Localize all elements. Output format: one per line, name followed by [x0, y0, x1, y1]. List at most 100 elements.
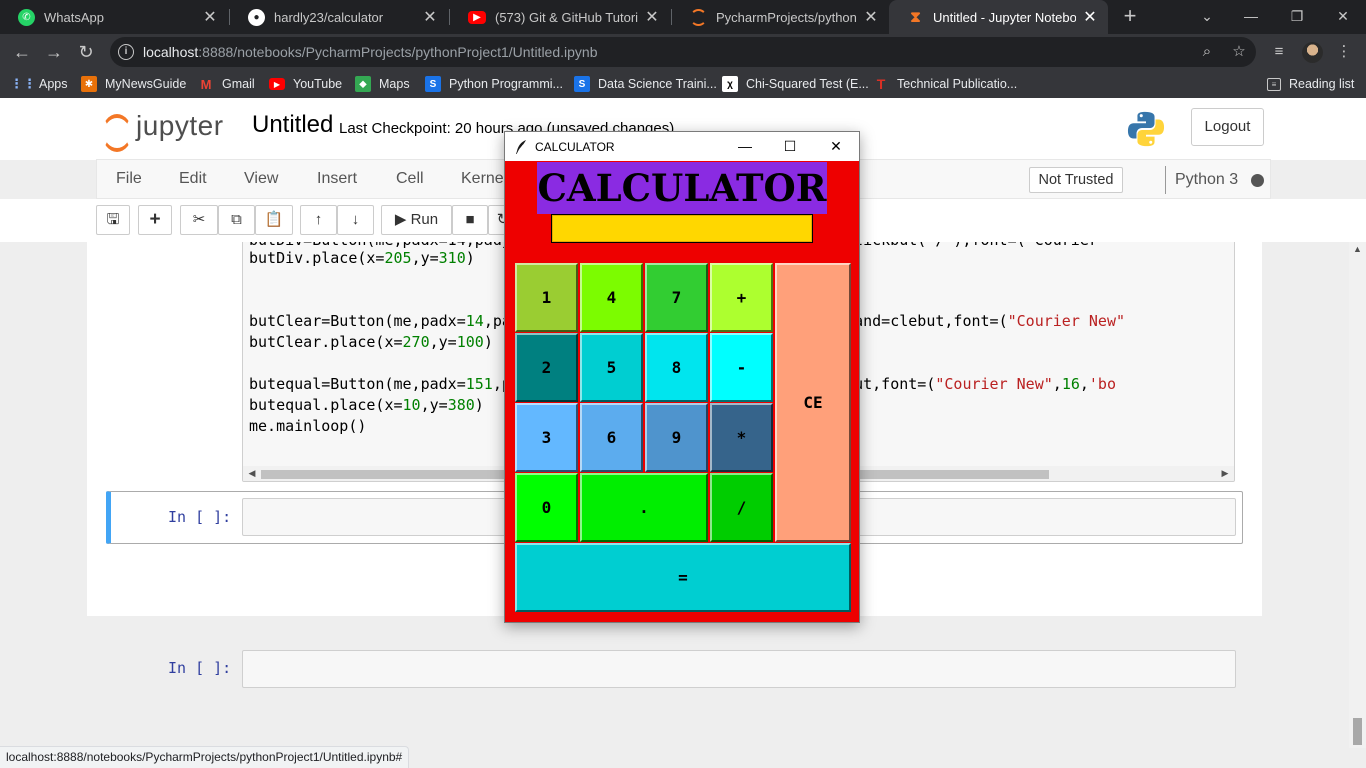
bookmarks-bar: ⋮⋮ Apps ✱ MyNewsGuide M Gmail ▶ YouTube …: [0, 70, 1366, 98]
move-down-button[interactable]: ↓: [337, 205, 374, 235]
calc-button-7[interactable]: 7: [645, 263, 708, 332]
tp-icon: T: [876, 76, 886, 92]
calc-button-9[interactable]: 9: [645, 403, 708, 472]
gmail-icon: M: [200, 76, 212, 92]
menu-view[interactable]: View: [244, 170, 278, 188]
plus-icon: +: [149, 209, 161, 230]
run-button[interactable]: ▶ Run: [381, 205, 452, 235]
save-button[interactable]: 🖫: [96, 205, 130, 235]
scrollbar-thumb[interactable]: [1353, 718, 1362, 745]
notebook-title[interactable]: Untitled: [252, 111, 333, 139]
menu-insert[interactable]: Insert: [317, 170, 357, 188]
bookmark-apps[interactable]: ⋮⋮ Apps: [10, 75, 68, 93]
calc-button-2[interactable]: 2: [515, 333, 578, 402]
tab-search-icon[interactable]: ⌄: [1184, 0, 1230, 34]
bookmark-maps[interactable]: ⬥ Maps: [355, 75, 410, 93]
zoom-icon[interactable]: ⌕: [1197, 42, 1217, 62]
bookmark-chi-squared-test[interactable]: χ Chi-Squared Test (E...: [722, 75, 869, 93]
scroll-left-icon[interactable]: ◀: [246, 468, 258, 479]
calc-button-4[interactable]: 4: [580, 263, 643, 332]
bookmark-python-programming[interactable]: S Python Programmi...: [425, 75, 563, 93]
bookmark-data-science-training[interactable]: S Data Science Traini...: [574, 75, 717, 93]
calc-button-equals[interactable]: =: [515, 543, 851, 612]
calc-button-1[interactable]: 1: [515, 263, 578, 332]
tab-whatsapp[interactable]: ✆ WhatsApp ✕: [0, 0, 228, 34]
tab-title: (573) Git & GitHub Tutorial Fo: [495, 9, 638, 25]
back-icon[interactable]: ←: [8, 38, 36, 66]
reading-list[interactable]: ≡ Reading list: [1267, 75, 1354, 93]
media-control-icon[interactable]: ≡: [1269, 42, 1289, 62]
more-menu-icon[interactable]: ⋮: [1334, 42, 1354, 62]
menu-kernel[interactable]: Kernel: [461, 170, 507, 188]
avatar[interactable]: [1302, 42, 1323, 63]
tab-close-icon[interactable]: ✕: [863, 7, 879, 27]
bookmark-mynewsguide[interactable]: ✱ MyNewsGuide: [81, 75, 186, 93]
tab-close-icon[interactable]: ✕: [1082, 7, 1098, 27]
calc-button-multiply[interactable]: *: [710, 403, 773, 472]
calc-button-6[interactable]: 6: [580, 403, 643, 472]
menu-edit[interactable]: Edit: [179, 170, 207, 188]
link-status-bar: localhost:8888/notebooks/PycharmProjects…: [0, 746, 410, 768]
new-tab-button[interactable]: +: [1117, 4, 1143, 30]
minimize-button[interactable]: —: [1228, 0, 1274, 34]
calc-button-8[interactable]: 8: [645, 333, 708, 402]
bookmark-gmail[interactable]: M Gmail: [198, 75, 255, 93]
kernel-name[interactable]: Python 3: [1165, 166, 1238, 194]
tab-youtube-git[interactable]: ▶ (573) Git & GitHub Tutorial Fo ✕: [450, 0, 670, 34]
jupyter-logo[interactable]: jupyter: [100, 110, 234, 152]
address-bar[interactable]: i localhost:8888/notebooks/PycharmProjec…: [110, 37, 1256, 67]
bookmark-youtube[interactable]: ▶ YouTube: [269, 75, 342, 93]
bookmark-technical-publications[interactable]: T Technical Publicatio...: [873, 75, 1017, 93]
interrupt-button[interactable]: ■: [452, 205, 488, 235]
copy-button[interactable]: ⧉: [218, 205, 255, 235]
calc-button-0[interactable]: 0: [515, 473, 578, 542]
restore-button[interactable]: ❐: [1274, 0, 1320, 34]
jupyter-icon: [690, 8, 707, 26]
tk-maximize-button[interactable]: ☐: [767, 132, 813, 161]
calc-button-3[interactable]: 3: [515, 403, 578, 472]
calc-button-5[interactable]: 5: [580, 333, 643, 402]
calc-button-plus[interactable]: +: [710, 263, 773, 332]
calc-button-divide[interactable]: /: [710, 473, 773, 542]
address-url: localhost:8888/notebooks/PycharmProjects…: [143, 44, 598, 60]
play-icon: ▶: [394, 211, 407, 228]
tab-close-icon[interactable]: ✕: [644, 7, 660, 27]
calculator-display[interactable]: [552, 215, 812, 242]
menu-cell[interactable]: Cell: [396, 170, 424, 188]
copy-icon: ⧉: [231, 211, 242, 228]
tk-close-button[interactable]: ✕: [813, 132, 859, 161]
forward-icon[interactable]: →: [40, 38, 68, 66]
stop-icon: ■: [465, 211, 475, 228]
cell-prompt: In [ ]:: [168, 659, 232, 677]
calc-button-minus[interactable]: -: [710, 333, 773, 402]
insert-cell-button[interactable]: +: [138, 205, 172, 235]
tab-close-icon[interactable]: ✕: [422, 7, 438, 27]
not-trusted-badge[interactable]: Not Trusted: [1029, 167, 1123, 193]
tab-untitled-jupyter[interactable]: ⧗ Untitled - Jupyter Notebook ✕: [889, 0, 1108, 34]
logout-button[interactable]: Logout: [1191, 108, 1264, 146]
close-window-button[interactable]: ✕: [1320, 0, 1366, 34]
move-up-button[interactable]: ↑: [300, 205, 337, 235]
jupyter-logo-icon: [100, 112, 132, 152]
tk-minimize-button[interactable]: —: [722, 132, 768, 161]
scroll-right-icon[interactable]: ▶: [1219, 468, 1231, 479]
tab-github-calculator[interactable]: ● hardly23/calculator ✕: [230, 0, 448, 34]
calc-button-decimal[interactable]: .: [580, 473, 708, 542]
page-vertical-scrollbar[interactable]: ▲: [1349, 242, 1366, 748]
bookmark-star-icon[interactable]: ☆: [1229, 42, 1249, 62]
scroll-up-icon[interactable]: ▲: [1349, 244, 1366, 254]
tab-title: WhatsApp: [44, 9, 104, 25]
menu-file[interactable]: File: [116, 170, 142, 188]
site-info-icon[interactable]: i: [118, 44, 134, 60]
paste-button[interactable]: 📋: [255, 205, 293, 235]
calculator-titlebar[interactable]: CALCULATOR — ☐ ✕: [505, 132, 859, 161]
cut-button[interactable]: ✂: [180, 205, 218, 235]
cell-input[interactable]: [242, 650, 1236, 688]
tab-close-icon[interactable]: ✕: [202, 7, 218, 27]
reload-icon[interactable]: ↻: [72, 38, 100, 66]
calc-button-clear[interactable]: CE: [775, 263, 851, 542]
youtube-icon: ▶: [269, 78, 285, 90]
tab-pycharm-projects[interactable]: PycharmProjects/pythonProje ✕: [672, 0, 889, 34]
reading-list-icon: ≡: [1267, 77, 1281, 91]
github-icon: ●: [248, 8, 265, 26]
